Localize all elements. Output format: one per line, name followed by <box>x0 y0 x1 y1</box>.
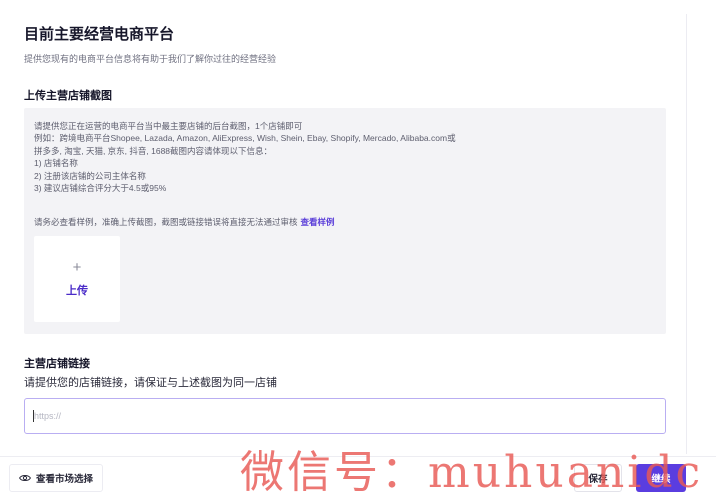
upload-section-title: 上传主营店铺截图 <box>24 90 112 102</box>
view-market-selection-label: 查看市场选择 <box>36 474 94 485</box>
upload-screenshot-button[interactable]: + 上传 <box>34 236 120 322</box>
instruction-line: 1) 店铺名称 <box>34 158 78 169</box>
eye-icon <box>19 474 31 482</box>
upload-label: 上传 <box>66 285 88 297</box>
upload-warning-note: 请务必查看样例，准确上传截图，截图或链接错误将直接无法通过审核 查看样例 <box>34 216 335 228</box>
page-subtitle: 提供您现有的电商平台信息将有助于我们了解你过往的经营经验 <box>24 54 277 64</box>
store-link-subtitle: 请提供您的店铺链接，请保证与上述截图为同一店铺 <box>24 377 277 389</box>
upload-info-panel: 请提供您正在运营的电商平台当中最主要店铺的后台截图，1个店铺即可 例如：跨境电商… <box>24 108 666 334</box>
text-caret <box>33 410 34 422</box>
instruction-line: 2) 注册该店铺的公司主体名称 <box>34 170 146 181</box>
instruction-line: 3) 建议店铺综合评分大于4.5或95% <box>34 183 167 194</box>
watermark-text: 微信号：muhuanidc <box>240 447 704 498</box>
upload-warning-text: 请务必查看样例，准确上传截图，截图或链接错误将直接无法通过审核 <box>34 217 298 227</box>
store-url-input[interactable] <box>24 398 666 434</box>
view-sample-link[interactable]: 查看样例 <box>301 217 335 227</box>
instruction-line: 例如：跨境电商平台Shopee, Lazada, Amazon, AliExpr… <box>34 133 456 144</box>
instruction-line: 请提供您正在运营的电商平台当中最主要店铺的后台截图，1个店铺即可 <box>34 121 303 131</box>
plus-icon: + <box>72 259 82 276</box>
instruction-line: 拼多多, 淘宝, 天猫, 京东, 抖音, 1688截图内容请体现以下信息： <box>34 145 273 156</box>
upload-instructions: 请提供您正在运营的电商平台当中最主要店铺的后台截图，1个店铺即可 例如：跨境电商… <box>34 120 456 194</box>
page-title: 目前主要经营电商平台 <box>24 26 175 43</box>
content-right-divider <box>686 14 687 454</box>
store-link-section-title: 主营店铺链接 <box>24 358 90 370</box>
view-market-selection-button[interactable]: 查看市场选择 <box>9 464 104 492</box>
